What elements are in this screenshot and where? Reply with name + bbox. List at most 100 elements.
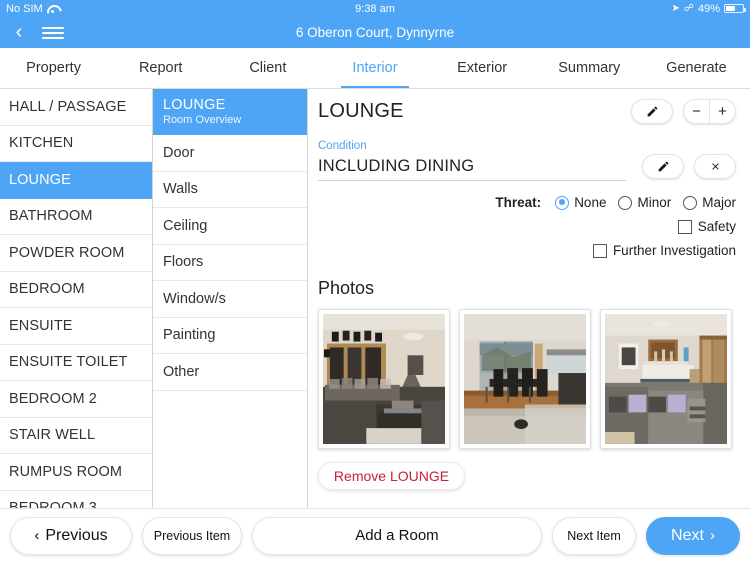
- clear-condition-button[interactable]: [694, 154, 736, 179]
- photo-thumbnail-2[interactable]: [459, 309, 591, 449]
- safety-checkbox-icon: [677, 219, 692, 234]
- item-ceiling[interactable]: Ceiling: [153, 208, 307, 245]
- room-items-list: LOUNGE Room Overview Door Walls Ceiling …: [153, 89, 308, 508]
- room-item-bedroom-3[interactable]: BEDROOM 3: [0, 491, 152, 508]
- threat-option-none-label: None: [574, 195, 607, 210]
- navigation-bar: ‹ 6 Oberon Court, Dynnyrne: [0, 17, 750, 48]
- room-item-bedroom-2[interactable]: BEDROOM 2: [0, 381, 152, 418]
- status-bar-left: No SIM: [6, 3, 58, 15]
- photo-thumbnail-3[interactable]: [600, 309, 732, 449]
- tab-exterior[interactable]: Exterior: [429, 48, 536, 88]
- chevron-left-icon: ‹: [34, 527, 40, 544]
- room-item-bedroom[interactable]: BEDROOM: [0, 272, 152, 308]
- previous-button[interactable]: ‹ Previous: [10, 516, 132, 555]
- main-content: HALL / PASSAGE KITCHEN LOUNGE BATHROOM P…: [0, 89, 750, 508]
- room-item-ensuite-toilet[interactable]: ENSUITE TOILET: [0, 345, 152, 381]
- threat-option-major[interactable]: Major: [683, 195, 736, 210]
- tab-client[interactable]: Client: [214, 48, 321, 88]
- item-floors[interactable]: Floors: [153, 245, 307, 281]
- next-button[interactable]: Next ›: [646, 516, 740, 555]
- status-bar-time: 9:38 am: [355, 2, 395, 15]
- room-item-powder-room[interactable]: POWDER ROOM: [0, 235, 152, 272]
- close-x-icon: [711, 163, 719, 170]
- item-walls[interactable]: Walls: [153, 172, 307, 208]
- room-item-hall-passage[interactable]: HALL / PASSAGE: [0, 89, 152, 126]
- carrier-label: No SIM: [6, 2, 43, 15]
- edit-room-button[interactable]: [631, 99, 673, 124]
- threat-option-minor-label: Minor: [637, 195, 672, 210]
- edit-condition-button[interactable]: [642, 154, 684, 179]
- item-door[interactable]: Door: [153, 135, 307, 172]
- lounge-photo-3-art: [605, 314, 727, 444]
- lounge-photo-1-art: [323, 314, 445, 444]
- bluetooth-icon: ☍: [683, 3, 694, 14]
- tab-summary[interactable]: Summary: [536, 48, 643, 88]
- detail-title-actions: − +: [631, 99, 736, 124]
- status-bar: No SIM 9:38 am ➤ ☍ 49%: [0, 0, 750, 17]
- bottom-toolbar: ‹ Previous Previous Item Add a Room Next…: [0, 508, 750, 562]
- back-button[interactable]: ‹: [0, 21, 38, 44]
- battery-percent-label: 49%: [697, 2, 720, 15]
- threat-option-major-label: Major: [702, 195, 736, 210]
- condition-actions: [642, 154, 736, 181]
- page-title: 6 Oberon Court, Dynnyrne: [295, 25, 455, 40]
- room-item-kitchen[interactable]: KITCHEN: [0, 126, 152, 162]
- tab-bar: Property Report Client Interior Exterior…: [0, 48, 750, 89]
- photo-thumbnail-2-image: [464, 314, 586, 444]
- condition-row: INCLUDING DINING: [318, 154, 736, 181]
- previous-item-button[interactable]: Previous Item: [142, 516, 242, 555]
- tab-generate[interactable]: Generate: [643, 48, 750, 88]
- dining-photo-2-art: [464, 314, 586, 444]
- further-investigation-checkbox-label: Further Investigation: [612, 243, 736, 258]
- radio-major-icon: [683, 195, 698, 210]
- threat-row: Threat: None Minor Major: [318, 195, 736, 210]
- condition-value[interactable]: INCLUDING DINING: [318, 157, 626, 181]
- room-item-ensuite[interactable]: ENSUITE: [0, 308, 152, 345]
- stepper-minus-button[interactable]: −: [684, 100, 709, 123]
- photos-strip: [318, 309, 736, 449]
- room-count-stepper[interactable]: − +: [683, 99, 736, 124]
- photo-thumbnail-1-image: [323, 314, 445, 444]
- status-bar-right: ➤ ☍ 49%: [671, 2, 746, 15]
- detail-title-row: LOUNGE − +: [318, 99, 736, 124]
- item-windows[interactable]: Window/s: [153, 281, 307, 318]
- safety-checkbox-label: Safety: [697, 219, 736, 234]
- safety-checkbox-row[interactable]: Safety: [318, 219, 736, 234]
- previous-button-label: Previous: [45, 526, 108, 544]
- item-other[interactable]: Other: [153, 354, 307, 391]
- wifi-icon: [47, 4, 58, 13]
- room-item-lounge[interactable]: LOUNGE: [0, 162, 152, 199]
- battery-icon: [724, 4, 746, 13]
- add-room-button[interactable]: Add a Room: [252, 516, 542, 555]
- condition-label: Condition: [318, 140, 367, 152]
- chevron-right-icon: ›: [709, 527, 715, 544]
- next-item-button[interactable]: Next Item: [552, 516, 636, 555]
- item-room-overview[interactable]: LOUNGE Room Overview: [153, 89, 307, 135]
- threat-option-none[interactable]: None: [555, 195, 606, 210]
- threat-label: Threat:: [495, 195, 542, 210]
- detail-title: LOUNGE: [318, 100, 404, 122]
- further-investigation-checkbox-row[interactable]: Further Investigation: [318, 243, 736, 258]
- radio-minor-icon: [618, 195, 633, 210]
- remove-room-button[interactable]: Remove LOUNGE: [318, 462, 465, 490]
- location-arrow-icon: ➤: [671, 3, 680, 14]
- hamburger-menu-icon[interactable]: [38, 26, 72, 39]
- item-room-overview-subtitle: Room Overview: [163, 114, 242, 126]
- tab-report[interactable]: Report: [107, 48, 214, 88]
- radio-none-icon: [555, 195, 570, 210]
- condition-block: Condition INCLUDING DINING: [318, 140, 736, 181]
- item-painting[interactable]: Painting: [153, 318, 307, 354]
- item-room-overview-title: LOUNGE: [163, 97, 226, 113]
- threat-option-minor[interactable]: Minor: [618, 195, 671, 210]
- detail-panel: LOUNGE − + Condition INCLUDING DINING Th…: [308, 89, 750, 508]
- room-item-rumpus-room[interactable]: RUMPUS ROOM: [0, 454, 152, 491]
- next-button-label: Next: [671, 526, 704, 544]
- tab-interior[interactable]: Interior: [321, 48, 428, 88]
- photo-thumbnail-3-image: [605, 314, 727, 444]
- tab-property[interactable]: Property: [0, 48, 107, 88]
- pencil-icon: [647, 106, 657, 117]
- stepper-plus-button[interactable]: +: [710, 100, 735, 123]
- photo-thumbnail-1[interactable]: [318, 309, 450, 449]
- room-item-bathroom[interactable]: BATHROOM: [0, 199, 152, 235]
- room-item-stair-well[interactable]: STAIR WELL: [0, 418, 152, 454]
